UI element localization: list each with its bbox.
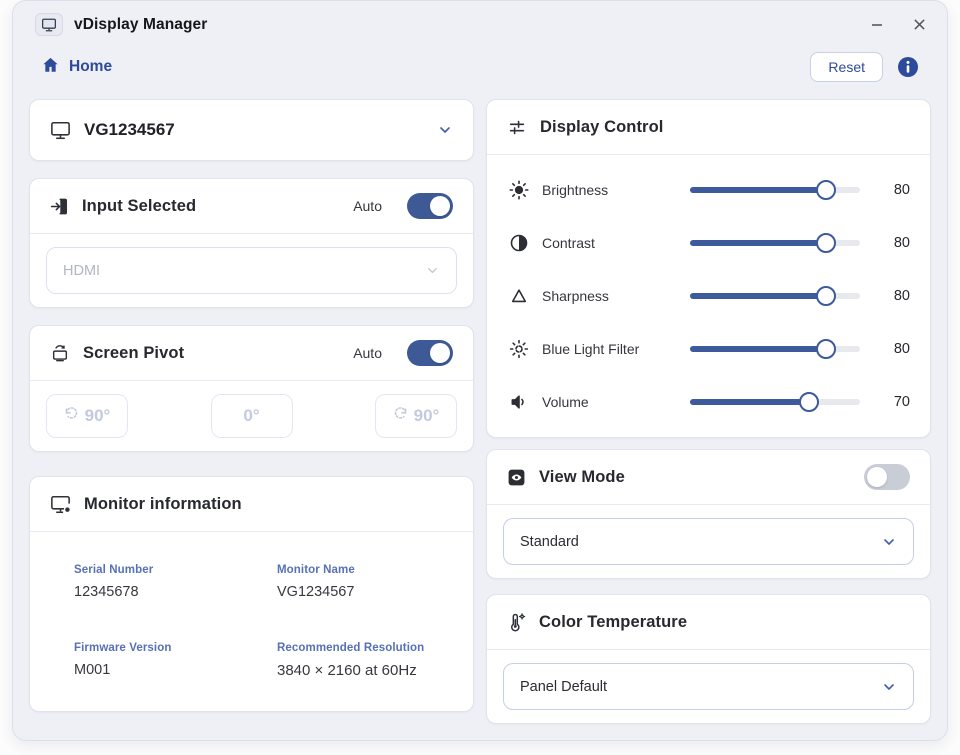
brightness-value: 80 xyxy=(860,182,910,198)
field-value: VG1234567 xyxy=(277,584,453,600)
slider-thumb[interactable] xyxy=(816,286,836,306)
color-temperature-dropdown[interactable]: Panel Default xyxy=(503,663,914,710)
contrast-value: 80 xyxy=(860,235,910,251)
blue-light-filter-label: Blue Light Filter xyxy=(542,341,690,357)
sharpness-row: Sharpness 80 xyxy=(507,269,910,322)
blue-light-filter-slider[interactable] xyxy=(690,339,860,359)
display-control-icon xyxy=(507,118,527,137)
pivot-auto-toggle[interactable] xyxy=(407,340,453,366)
rotate-ccw-90-button[interactable]: 90° xyxy=(46,394,128,438)
home-icon xyxy=(41,56,60,79)
rotate-0-button[interactable]: 0° xyxy=(211,394,293,438)
field-label: Monitor Name xyxy=(277,564,453,576)
sharpness-label: Sharpness xyxy=(542,288,690,304)
home-breadcrumb[interactable]: Home xyxy=(41,56,112,79)
brightness-row: Brightness 80 xyxy=(507,163,910,216)
display-control-card: Display Control B xyxy=(486,99,931,438)
contrast-slider[interactable] xyxy=(690,233,860,253)
monitor-info-icon xyxy=(50,495,71,514)
chevron-down-icon xyxy=(437,122,453,138)
monitor-icon xyxy=(50,121,71,140)
volume-value: 70 xyxy=(860,394,910,410)
input-auto-label: Auto xyxy=(353,198,382,214)
home-label: Home xyxy=(69,58,112,76)
volume-icon xyxy=(507,392,530,412)
field-value: 3840 × 2160 at 60Hz xyxy=(277,662,453,679)
rotate-cw-icon xyxy=(393,406,408,426)
color-temperature-title: Color Temperature xyxy=(539,613,687,632)
field-label: Serial Number xyxy=(74,564,277,576)
pivot-auto-label: Auto xyxy=(353,345,382,361)
toolbar: Home Reset xyxy=(13,40,947,86)
title-bar: vDisplay Manager xyxy=(13,1,947,40)
selected-monitor-name: VG1234567 xyxy=(84,120,175,140)
blue-light-filter-value: 80 xyxy=(860,341,910,357)
sharpness-icon xyxy=(507,286,530,306)
volume-slider[interactable] xyxy=(690,392,860,412)
contrast-label: Contrast xyxy=(542,235,690,251)
slider-thumb[interactable] xyxy=(816,339,836,359)
view-mode-value: Standard xyxy=(520,534,579,550)
color-temperature-card: Color Temperature Panel Default xyxy=(486,594,931,724)
input-selected-title: Input Selected xyxy=(82,197,196,216)
contrast-icon xyxy=(507,233,530,253)
view-mode-dropdown[interactable]: Standard xyxy=(503,518,914,565)
minimize-button[interactable] xyxy=(869,17,885,33)
screen-pivot-card: Screen Pivot Auto 90° 0° xyxy=(29,325,474,452)
slider-thumb[interactable] xyxy=(816,180,836,200)
monitor-information-title: Monitor information xyxy=(84,495,242,514)
display-control-title: Display Control xyxy=(540,118,663,137)
rotate-cw-90-button[interactable]: 90° xyxy=(375,394,457,438)
close-button[interactable] xyxy=(911,17,927,33)
chevron-down-icon xyxy=(881,534,897,550)
chevron-down-icon xyxy=(881,679,897,695)
info-field-serial-number: Serial Number 12345678 xyxy=(74,564,277,600)
slider-thumb[interactable] xyxy=(799,392,819,412)
contrast-row: Contrast 80 xyxy=(507,216,910,269)
input-selected-card: Input Selected Auto HDMI xyxy=(29,178,474,308)
color-temperature-value: Panel Default xyxy=(520,679,607,695)
brightness-slider[interactable] xyxy=(690,180,860,200)
blue-light-filter-icon xyxy=(507,339,530,359)
view-mode-icon xyxy=(507,468,526,487)
field-value: M001 xyxy=(74,662,277,678)
color-temperature-icon xyxy=(507,612,526,632)
info-field-recommended-resolution: Recommended Resolution 3840 × 2160 at 60… xyxy=(277,642,453,679)
app-title: vDisplay Manager xyxy=(74,16,207,34)
info-icon[interactable] xyxy=(897,56,919,78)
info-field-firmware-version: Firmware Version M001 xyxy=(74,642,277,679)
input-auto-toggle[interactable] xyxy=(407,193,453,219)
brightness-label: Brightness xyxy=(542,182,690,198)
field-value: 12345678 xyxy=(74,584,277,600)
slider-thumb[interactable] xyxy=(816,233,836,253)
right-column: Display Control B xyxy=(486,99,931,724)
input-source-icon xyxy=(50,197,69,216)
field-label: Recommended Resolution xyxy=(277,642,453,654)
view-mode-title: View Mode xyxy=(539,468,625,487)
screen-pivot-icon xyxy=(50,344,70,363)
reset-button[interactable]: Reset xyxy=(810,52,883,82)
monitor-selector-dropdown[interactable]: VG1234567 xyxy=(29,99,474,161)
monitor-information-card: Monitor information Serial Number 123456… xyxy=(29,476,474,712)
field-label: Firmware Version xyxy=(74,642,277,654)
volume-label: Volume xyxy=(542,394,690,410)
chevron-down-icon xyxy=(425,263,440,278)
input-source-value: HDMI xyxy=(63,263,100,279)
sharpness-value: 80 xyxy=(860,288,910,304)
main-content: VG1234567 Input Selected Auto xyxy=(13,86,947,724)
brightness-icon xyxy=(507,180,530,200)
view-mode-toggle[interactable] xyxy=(864,464,910,490)
rotate-ccw-icon xyxy=(64,406,79,426)
app-logo-monitor-icon xyxy=(35,13,63,36)
volume-row: Volume 70 xyxy=(507,375,910,428)
app-window: vDisplay Manager Home Reset xyxy=(12,0,948,741)
sharpness-slider[interactable] xyxy=(690,286,860,306)
info-field-monitor-name: Monitor Name VG1234567 xyxy=(277,564,453,600)
left-column: VG1234567 Input Selected Auto xyxy=(29,99,474,724)
view-mode-card: View Mode Standard xyxy=(486,449,931,579)
blue-light-filter-row: Blue Light Filter 80 xyxy=(507,322,910,375)
screen-pivot-title: Screen Pivot xyxy=(83,344,184,363)
input-source-dropdown[interactable]: HDMI xyxy=(46,247,457,294)
